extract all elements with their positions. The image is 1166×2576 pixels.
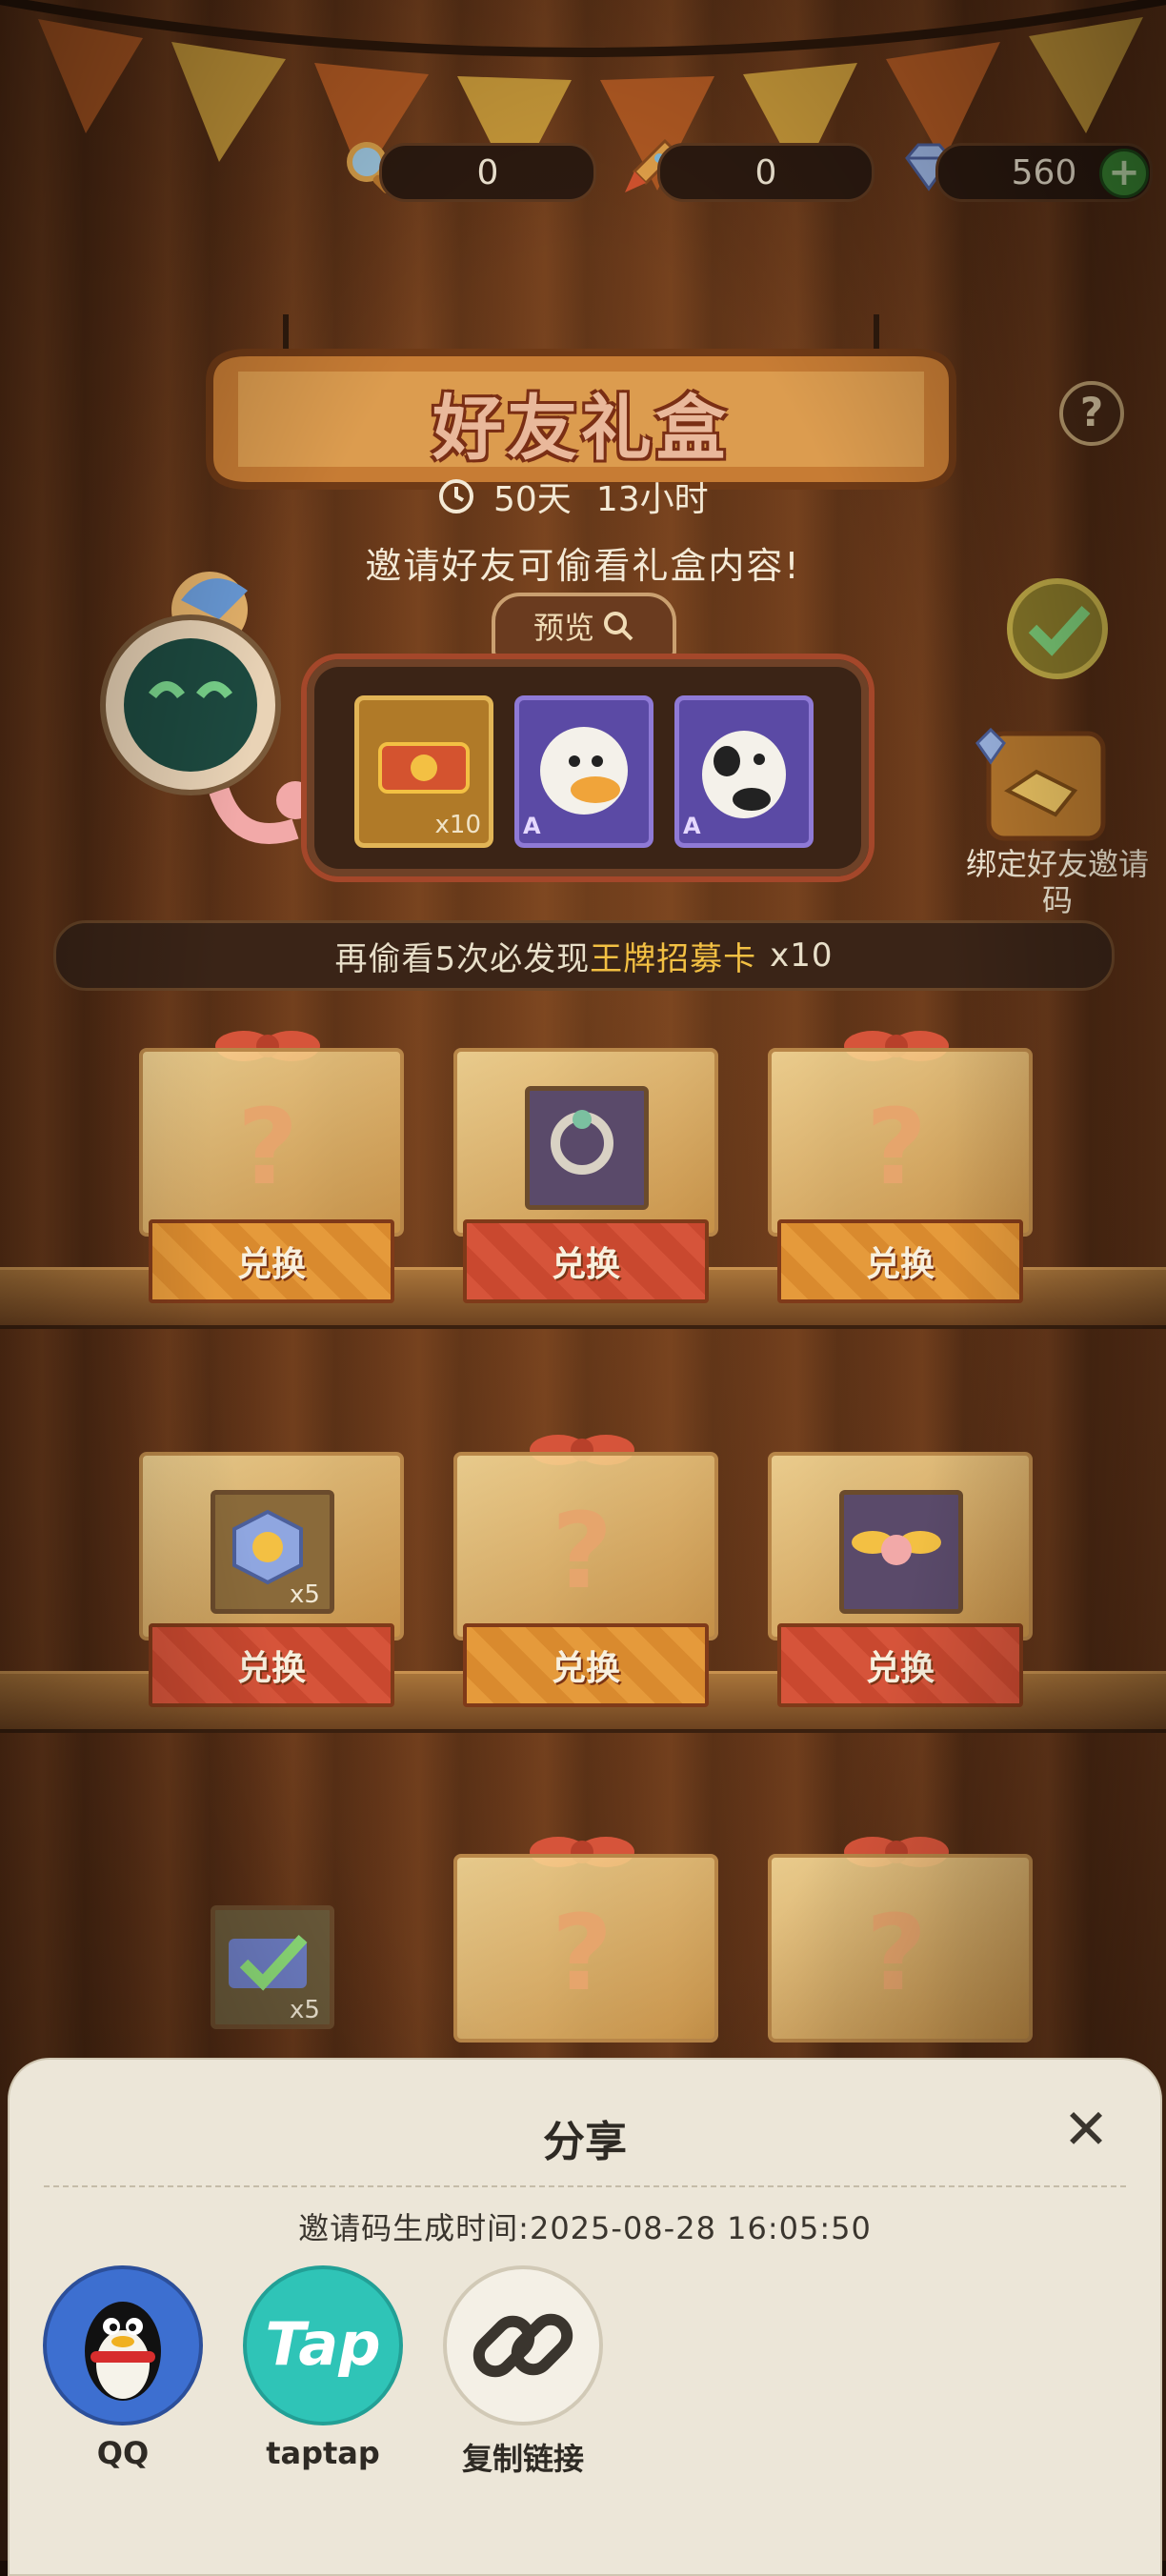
redeem-button[interactable]: 兑换 — [463, 1623, 709, 1707]
countdown-timer: 50天 13小时 — [438, 473, 734, 520]
close-icon[interactable]: ✕ — [1057, 2102, 1115, 2159]
ring-item-icon — [525, 1086, 649, 1210]
preview-tab[interactable]: 预览 — [492, 593, 676, 659]
bind-invite-code-label[interactable]: 绑定好友邀请码 — [953, 846, 1162, 918]
share-taptap-button[interactable]: Tap taptap — [242, 2265, 404, 2471]
preview-panel: x10 A A — [301, 654, 874, 882]
gift-box[interactable]: 兑换 — [444, 1019, 720, 1303]
qq-penguin-icon — [43, 2265, 203, 2425]
penguin-shape — [85, 2302, 161, 2401]
gift-box[interactable]: ? 兑换 — [758, 1019, 1035, 1303]
bunting-decoration — [0, 0, 1166, 191]
handshake-icon[interactable] — [970, 724, 1113, 848]
gift-box[interactable]: ? 兑换 — [130, 1019, 406, 1303]
duck-character-icon — [540, 727, 628, 815]
preview-item-count: x10 — [434, 811, 481, 839]
peek-progress-bar: 再偷看5次必发现 王牌招募卡 x10 — [53, 920, 1115, 991]
redeem-button[interactable]: 兑换 — [777, 1219, 1023, 1303]
gift-box[interactable]: ? 兑换 — [444, 1423, 720, 1707]
progress-prefix: 再偷看5次必发现 — [334, 939, 591, 978]
rocket-count: 0 — [657, 143, 874, 202]
checkmark-badge-icon — [1007, 578, 1108, 679]
item-count: x5 — [290, 1996, 320, 2024]
taptap-icon: Tap — [243, 2265, 403, 2425]
question-mark-icon: ? — [237, 1086, 298, 1208]
gift-box[interactable]: 兑换 — [758, 1423, 1035, 1707]
question-mark-icon: ? — [552, 1892, 613, 2014]
question-mark-icon: ? — [552, 1490, 613, 1612]
gift-box[interactable]: x5 兑换 — [130, 1423, 406, 1707]
copy-link-button[interactable]: 复制链接 — [442, 2265, 604, 2479]
preview-tab-label: 预览 — [533, 610, 594, 646]
item-count: x5 — [290, 1580, 320, 1609]
share-qq-label: QQ — [96, 2435, 150, 2471]
winged-item-icon — [839, 1490, 963, 1614]
preview-item-ticket[interactable]: x10 — [354, 695, 493, 848]
invite-code-time: 邀请码生成时间:2025-08-28 16:05:50 — [298, 2210, 872, 2246]
share-qq-button[interactable]: QQ — [42, 2265, 204, 2471]
preview-item-rank: A — [683, 813, 701, 839]
timer-hours: 13小时 — [595, 480, 709, 519]
preview-item-cow-card[interactable]: A — [674, 695, 814, 848]
page-title: 好友礼盒 — [432, 388, 730, 470]
question-mark-icon: ? — [866, 1086, 927, 1208]
rocket-count-value: 0 — [754, 152, 777, 192]
magnifier-count-value: 0 — [476, 152, 499, 192]
redeem-button[interactable]: 兑换 — [149, 1219, 394, 1303]
preview-item-rank: A — [523, 813, 541, 839]
progress-suffix: x10 — [770, 936, 834, 975]
share-taptap-label: taptap — [266, 2435, 380, 2471]
taptap-icon-text: Tap — [265, 2309, 381, 2379]
link-icon — [443, 2265, 603, 2425]
winged-shape — [852, 1531, 941, 1565]
diamond-count-value: 560 — [1011, 152, 1077, 192]
redeem-button[interactable]: 兑换 — [149, 1623, 394, 1707]
cow-character-icon — [702, 731, 786, 818]
redeem-button[interactable]: 兑换 — [777, 1623, 1023, 1707]
magnifier-count: 0 — [379, 143, 596, 202]
share-sheet: 分享 ✕ 邀请码生成时间:2025-08-28 16:05:50 QQ Tap … — [8, 2058, 1162, 2576]
link-shape — [472, 2313, 573, 2378]
ring-shape — [551, 1110, 613, 1175]
preview-item-duck-card[interactable]: A — [514, 695, 653, 848]
timer-days: 50天 — [493, 480, 572, 519]
clock-icon — [439, 479, 473, 513]
astronaut-mascot — [100, 572, 314, 844]
progress-highlight: 王牌招募卡 — [590, 939, 757, 978]
question-mark-icon: ? — [866, 1892, 927, 2014]
redeem-button[interactable]: 兑换 — [463, 1219, 709, 1303]
help-button[interactable]: ? — [1059, 381, 1124, 446]
ticket-icon — [378, 742, 470, 794]
copy-link-label: 复制链接 — [461, 2441, 584, 2477]
sheet-divider — [44, 2185, 1126, 2187]
add-diamond-button[interactable]: + — [1099, 149, 1149, 198]
search-icon — [604, 612, 633, 641]
share-sheet-title: 分享 — [543, 2118, 627, 2166]
